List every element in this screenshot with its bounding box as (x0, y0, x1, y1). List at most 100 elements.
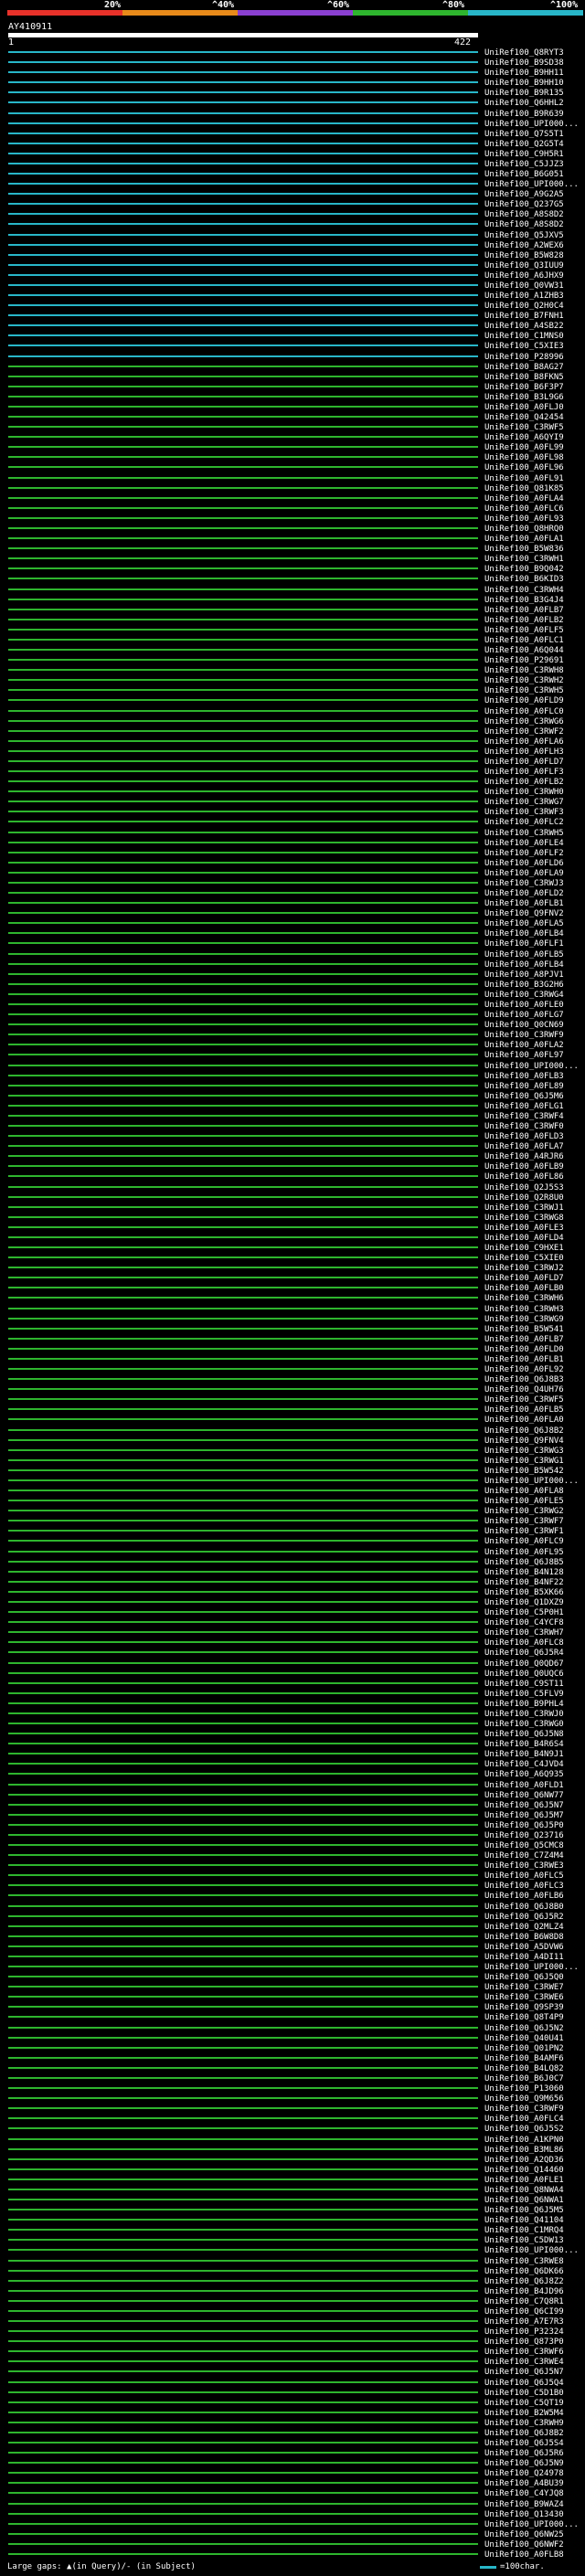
hit-id-label[interactable]: UniRef100_C3RWG1 (484, 1457, 564, 1466)
hit-id-label[interactable]: UniRef100_C3RWG2 (484, 1507, 564, 1516)
hit-id-label[interactable]: UniRef100_C5DW13 (484, 2236, 564, 2245)
hit-id-label[interactable]: UniRef100_Q6J5R4 (484, 1648, 564, 1658)
hit-id-label[interactable]: UniRef100_C3RWH9 (484, 2419, 564, 2428)
hit-id-label[interactable]: UniRef100_Q0VW31 (484, 281, 564, 291)
hit-id-label[interactable]: UniRef100_Q6J5R6 (484, 2449, 564, 2458)
hit-id-label[interactable]: UniRef100_Q13430 (484, 2510, 564, 2519)
hit-id-label[interactable]: UniRef100_Q5CMC8 (484, 1841, 564, 1850)
hit-id-label[interactable]: UniRef100_Q6J5P0 (484, 1821, 564, 1830)
hit-id-label[interactable]: UniRef100_B4R6S4 (484, 1740, 564, 1749)
hit-id-label[interactable]: UniRef100_C9ST11 (484, 1680, 564, 1689)
hit-id-label[interactable]: UniRef100_A0FLB4 (484, 960, 564, 970)
hit-id-label[interactable]: UniRef100_A6Q044 (484, 646, 564, 655)
hit-id-label[interactable]: UniRef100_C3RWG6 (484, 717, 564, 726)
hit-id-label[interactable]: UniRef100_A0FLD4 (484, 1234, 564, 1243)
hit-id-label[interactable]: UniRef100_B9PHL4 (484, 1700, 564, 1709)
hit-id-label[interactable]: UniRef100_Q6J8B3 (484, 1375, 564, 1384)
hit-id-label[interactable]: UniRef100_B2W5M4 (484, 2409, 564, 2418)
hit-id-label[interactable]: UniRef100_UPI000... (484, 1477, 579, 1486)
hit-id-label[interactable]: UniRef100_C3RWH7 (484, 1628, 564, 1638)
hit-id-label[interactable]: UniRef100_C4JVD4 (484, 1760, 564, 1769)
hit-id-label[interactable]: UniRef100_Q9FNV2 (484, 909, 564, 918)
hit-id-label[interactable]: UniRef100_Q2G5T4 (484, 140, 564, 149)
hit-id-label[interactable]: UniRef100_B4AMF6 (484, 2054, 564, 2063)
hit-id-label[interactable]: UniRef100_B9HH11 (484, 69, 564, 78)
hit-id-label[interactable]: UniRef100_B6KID3 (484, 575, 564, 584)
hit-id-label[interactable]: UniRef100_C3RWH6 (484, 1294, 564, 1303)
hit-id-label[interactable]: UniRef100_A8PJV1 (484, 970, 564, 980)
hit-id-label[interactable]: UniRef100_Q2MLZ4 (484, 1923, 564, 1932)
hit-id-label[interactable]: UniRef100_B5W828 (484, 251, 564, 260)
hit-id-label[interactable]: UniRef100_A8S8D2 (484, 220, 564, 229)
hit-id-label[interactable]: UniRef100_UPI000... (484, 2520, 579, 2529)
hit-id-label[interactable]: UniRef100_Q42454 (484, 413, 564, 422)
hit-id-label[interactable]: UniRef100_C3RWH0 (484, 788, 564, 797)
hit-id-label[interactable]: UniRef100_A0FL98 (484, 453, 564, 462)
hit-id-label[interactable]: UniRef100_A0FL97 (484, 1051, 564, 1060)
hit-id-label[interactable]: UniRef100_A0FLC3 (484, 1882, 564, 1891)
hit-id-label[interactable]: UniRef100_A6JHX9 (484, 271, 564, 281)
hit-id-label[interactable]: UniRef100_UPI000... (484, 120, 579, 129)
hit-id-label[interactable]: UniRef100_B4N128 (484, 1568, 564, 1577)
hit-id-label[interactable]: UniRef100_A0FLB9 (484, 1162, 564, 1171)
hit-id-label[interactable]: UniRef100_A0FLB4 (484, 929, 564, 938)
hit-id-label[interactable]: UniRef100_B7FNH1 (484, 312, 564, 321)
hit-id-label[interactable]: UniRef100_C3RWF0 (484, 1122, 564, 1131)
hit-id-label[interactable]: UniRef100_C5P0H1 (484, 1608, 564, 1617)
hit-id-label[interactable]: UniRef100_A0FLE5 (484, 1497, 564, 1506)
hit-id-label[interactable]: UniRef100_Q6J5Q0 (484, 1973, 564, 1982)
hit-id-label[interactable]: UniRef100_C3RWH8 (484, 666, 564, 675)
hit-id-label[interactable]: UniRef100_Q14460 (484, 2166, 564, 2175)
hit-id-label[interactable]: UniRef100_A0FLJ0 (484, 403, 564, 412)
hit-id-label[interactable]: UniRef100_C9H5R1 (484, 150, 564, 159)
hit-id-label[interactable]: UniRef100_C4YJQ8 (484, 2489, 564, 2498)
hit-id-label[interactable]: UniRef100_UPI000... (484, 180, 579, 189)
hit-id-label[interactable]: UniRef100_A0FLD3 (484, 1132, 564, 1141)
hit-id-label[interactable]: UniRef100_Q6J5M7 (484, 1811, 564, 1820)
hit-id-label[interactable]: UniRef100_A0FLB5 (484, 1405, 564, 1415)
hit-id-label[interactable]: UniRef100_Q7S5T1 (484, 130, 564, 139)
hit-id-label[interactable]: UniRef100_Q8T4P9 (484, 2013, 564, 2022)
hit-id-label[interactable]: UniRef100_Q23716 (484, 1831, 564, 1840)
hit-id-label[interactable]: UniRef100_A0FLC4 (484, 2115, 564, 2124)
hit-id-label[interactable]: UniRef100_B9SD38 (484, 58, 564, 68)
hit-id-label[interactable]: UniRef100_B3G4J4 (484, 596, 564, 605)
hit-id-label[interactable]: UniRef100_Q0QD67 (484, 1659, 564, 1669)
hit-id-label[interactable]: UniRef100_Q81K85 (484, 484, 564, 493)
hit-id-label[interactable]: UniRef100_C3RWE7 (484, 1983, 564, 1992)
hit-id-label[interactable]: UniRef100_Q0UQC6 (484, 1670, 564, 1679)
hit-id-label[interactable]: UniRef100_A0FLC0 (484, 707, 564, 716)
hit-id-label[interactable]: UniRef100_Q9M656 (484, 2094, 564, 2104)
hit-id-label[interactable]: UniRef100_A0FLD7 (484, 1274, 564, 1283)
hit-id-label[interactable]: UniRef100_C3RWF1 (484, 1527, 564, 1536)
hit-id-label[interactable]: UniRef100_A0FLC5 (484, 1871, 564, 1881)
hit-id-label[interactable]: UniRef100_C3RWH4 (484, 586, 564, 595)
hit-id-label[interactable]: UniRef100_A0FLF1 (484, 939, 564, 949)
hit-id-label[interactable]: UniRef100_A0FLD0 (484, 1345, 564, 1354)
hit-id-label[interactable]: UniRef100_B8FKN5 (484, 373, 564, 382)
hit-id-label[interactable]: UniRef100_A0FLB0 (484, 1284, 564, 1293)
hit-id-label[interactable]: UniRef100_Q6J5N7 (484, 1801, 564, 1810)
hit-id-label[interactable]: UniRef100_Q41104 (484, 2216, 564, 2225)
hit-id-label[interactable]: UniRef100_C3RWF7 (484, 1517, 564, 1526)
hit-id-label[interactable]: UniRef100_Q6NWF2 (484, 2540, 564, 2549)
hit-id-label[interactable]: UniRef100_A0FLD6 (484, 859, 564, 868)
hit-id-label[interactable]: UniRef100_B5W836 (484, 545, 564, 554)
hit-id-label[interactable]: UniRef100_A4DI11 (484, 1953, 564, 1962)
hit-id-label[interactable]: UniRef100_A2WEX6 (484, 241, 564, 250)
hit-id-label[interactable]: UniRef100_B9HH10 (484, 79, 564, 88)
hit-id-label[interactable]: UniRef100_A0FLB8 (484, 2550, 564, 2560)
hit-id-label[interactable]: UniRef100_A0FLG7 (484, 1011, 564, 1020)
hit-id-label[interactable]: UniRef100_A0FLA4 (484, 494, 564, 504)
hit-id-label[interactable]: UniRef100_B8AG27 (484, 363, 564, 372)
hit-id-label[interactable]: UniRef100_Q24978 (484, 2469, 564, 2478)
hit-id-label[interactable]: UniRef100_C3RWH5 (484, 829, 564, 838)
hit-id-label[interactable]: UniRef100_A0FLE3 (484, 1224, 564, 1233)
hit-id-label[interactable]: UniRef100_C3RWF3 (484, 808, 564, 817)
hit-id-label[interactable]: UniRef100_Q9FNV4 (484, 1436, 564, 1446)
hit-id-label[interactable]: UniRef100_Q4UH76 (484, 1385, 564, 1394)
hit-id-label[interactable]: UniRef100_Q6J8B0 (484, 1903, 564, 1912)
hit-id-label[interactable]: UniRef100_A0FL91 (484, 474, 564, 483)
hit-id-label[interactable]: UniRef100_A0FLA9 (484, 869, 564, 878)
hit-id-label[interactable]: UniRef100_C5JJZ3 (484, 160, 564, 169)
